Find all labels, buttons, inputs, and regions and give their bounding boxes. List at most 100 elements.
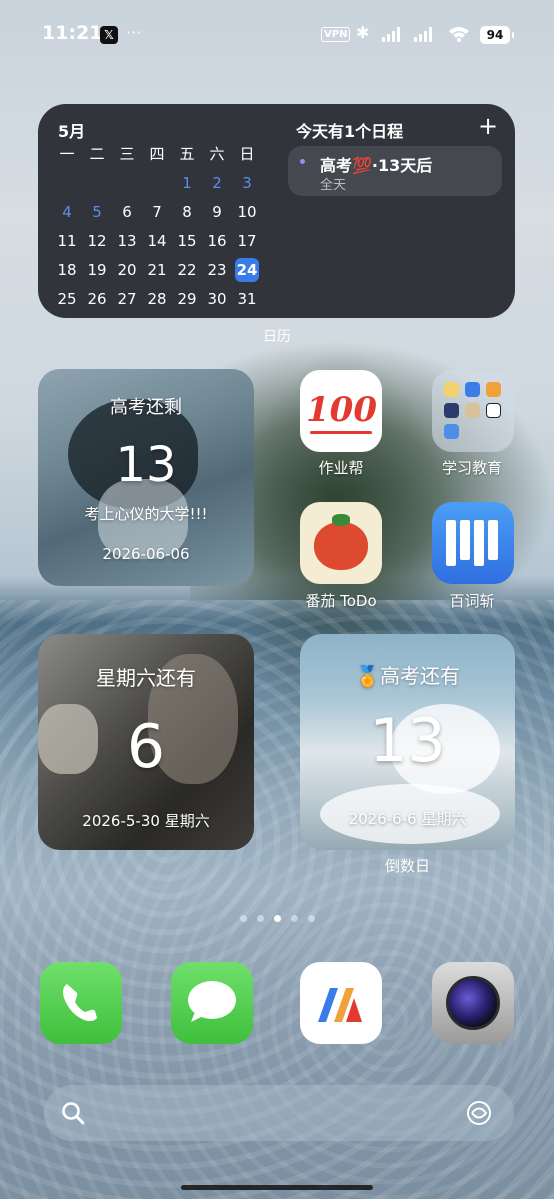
countdown-title: 星期六还有: [96, 666, 196, 690]
home-indicator[interactable]: [181, 1185, 373, 1190]
calendar-day: 31: [237, 290, 257, 308]
countdown-number: 13: [369, 706, 446, 776]
folder-mini-app-icon: [465, 403, 480, 418]
vpn-icon: VPN: [321, 27, 351, 42]
event-dot-icon: [300, 159, 305, 164]
calendar-weekday-row: 一 二 三 四 五 六 日: [52, 140, 290, 169]
page-indicator[interactable]: [0, 907, 554, 926]
countdown-widget-gaokao[interactable]: 高考还剩 13 考上心仪的大学!!! 2026-06-06: [38, 369, 254, 586]
calendar-grid: 一 二 三 四 五 六 日 1 2 3 4 5 6 7 8 9 10 11 12…: [52, 140, 290, 314]
signal-2-icon: [414, 27, 432, 42]
calendar-widget-label: 日历: [263, 329, 291, 345]
m-app-icon[interactable]: [300, 962, 382, 1044]
calendar-week-row: 4 5 6 7 8 9 10: [52, 198, 290, 227]
search-bar[interactable]: [44, 1085, 514, 1141]
countdown-number: 13: [115, 437, 177, 493]
calendar-day: 6: [122, 203, 132, 221]
study-folder-icon[interactable]: [432, 370, 514, 452]
search-icon: [62, 1102, 85, 1125]
calendar-day: 3: [242, 174, 252, 192]
calendar-day: [142, 169, 172, 198]
countdown-widget-saturday[interactable]: 星期六还有 6 2026-5-30 星期六: [38, 634, 254, 850]
folder-mini-app-icon: [444, 382, 459, 397]
calendar-day: 10: [237, 203, 257, 221]
countdown-subtitle: 考上心仪的大学!!!: [84, 505, 208, 523]
calendar-day: 7: [152, 203, 162, 221]
baici-bar-icon: [474, 520, 484, 566]
calendar-day: [82, 169, 112, 198]
calendar-week-row: 1 2 3: [52, 169, 290, 198]
countdown-date: 2026-6-6 星期六: [348, 810, 467, 828]
calendar-week-row: 18 19 20 21 22 23 24: [52, 256, 290, 285]
calendar-day: 1: [182, 174, 192, 192]
messages-app-icon[interactable]: [171, 962, 253, 1044]
weekday-label: 二: [89, 145, 105, 163]
calendar-day: 28: [147, 290, 167, 308]
weekday-label: 日: [239, 145, 255, 163]
page-dot: [256, 915, 264, 922]
baici-bar-icon: [460, 520, 470, 560]
study-folder-label: 学习教育: [441, 459, 502, 477]
calendar-day: 5: [92, 203, 102, 221]
calendar-widget[interactable]: 5月 一 二 三 四 五 六 日 1 2 3 4 5 6 7 8 9 10 11…: [38, 104, 515, 318]
calendar-day: 9: [212, 203, 222, 221]
hundred-icon: 100: [306, 390, 377, 434]
calendar-day: 29: [177, 290, 197, 308]
calendar-day: 26: [87, 290, 107, 308]
event-title: 高考💯·13天后: [320, 156, 433, 175]
folder-mini-app-icon: [465, 382, 480, 397]
countdown-number: 6: [126, 712, 166, 782]
calendar-day: 8: [182, 203, 192, 221]
assistant-icon[interactable]: [464, 1098, 494, 1128]
signal-1-icon: [382, 27, 400, 42]
calendar-day: [112, 169, 142, 198]
calendar-day: 25: [57, 290, 77, 308]
countdown-widget-daoshuri[interactable]: 🏅高考还有 13 2026-6-6 星期六: [300, 634, 515, 850]
tomato-todo-app-label: 番茄 ToDo: [305, 592, 377, 610]
event-subtitle: 全天: [320, 178, 347, 193]
calendar-day: [52, 169, 82, 198]
calendar-day: 12: [87, 232, 107, 250]
folder-mini-app-icon: [444, 403, 459, 418]
phone-app-icon[interactable]: [40, 962, 122, 1044]
calendar-day: 2: [212, 174, 222, 192]
calendar-day: 16: [207, 232, 227, 250]
folder-mini-app-icon: [486, 382, 501, 397]
tomato-icon: [314, 522, 368, 570]
folder-mini-app-icon: [444, 424, 459, 439]
page-dot: [290, 915, 298, 922]
status-time: 11:21: [42, 22, 103, 44]
calendar-week-row: 11 12 13 14 15 16 17: [52, 227, 290, 256]
calendar-day: 21: [147, 261, 167, 279]
zuoyebang-app-icon[interactable]: 100: [300, 370, 382, 452]
calendar-day: 17: [237, 232, 257, 250]
weekday-label: 三: [119, 145, 135, 163]
add-event-button[interactable]: +: [478, 112, 498, 140]
camera-lens-icon: [446, 976, 500, 1030]
baicizhan-app-icon[interactable]: [432, 502, 514, 584]
baicizhan-app-label: 百词斩: [449, 592, 495, 610]
page-dot: [307, 915, 315, 922]
daoshuri-widget-label: 倒数日: [384, 857, 430, 875]
countdown-date: 2026-5-30 星期六: [82, 812, 210, 830]
calendar-day: 11: [57, 232, 77, 250]
calendar-day: 30: [207, 290, 227, 308]
calendar-day: 22: [177, 261, 197, 279]
status-bar: 11:21 𝕏 ··· VPN ✱ 94: [0, 20, 554, 50]
event-item[interactable]: 高考💯·13天后 全天: [288, 146, 502, 196]
calendar-week-row: 25 26 27 28 29 30 31: [52, 285, 290, 314]
calendar-month: 5月: [58, 122, 86, 141]
calendar-day: 15: [177, 232, 197, 250]
calendar-day: 20: [117, 261, 137, 279]
calendar-day: 27: [117, 290, 137, 308]
page-dot: [239, 915, 247, 922]
countdown-date: 2026-06-06: [102, 545, 190, 563]
camera-app-icon[interactable]: [432, 962, 514, 1044]
folder-mini-app-icon: [486, 403, 501, 418]
calendar-day-today: 24: [232, 256, 262, 285]
calendar-day: 14: [147, 232, 167, 250]
tomato-todo-app-icon[interactable]: [300, 502, 382, 584]
countdown-title: 高考还剩: [110, 397, 182, 418]
wifi-icon: [449, 27, 469, 42]
x-notification-icon: 𝕏: [100, 26, 118, 44]
